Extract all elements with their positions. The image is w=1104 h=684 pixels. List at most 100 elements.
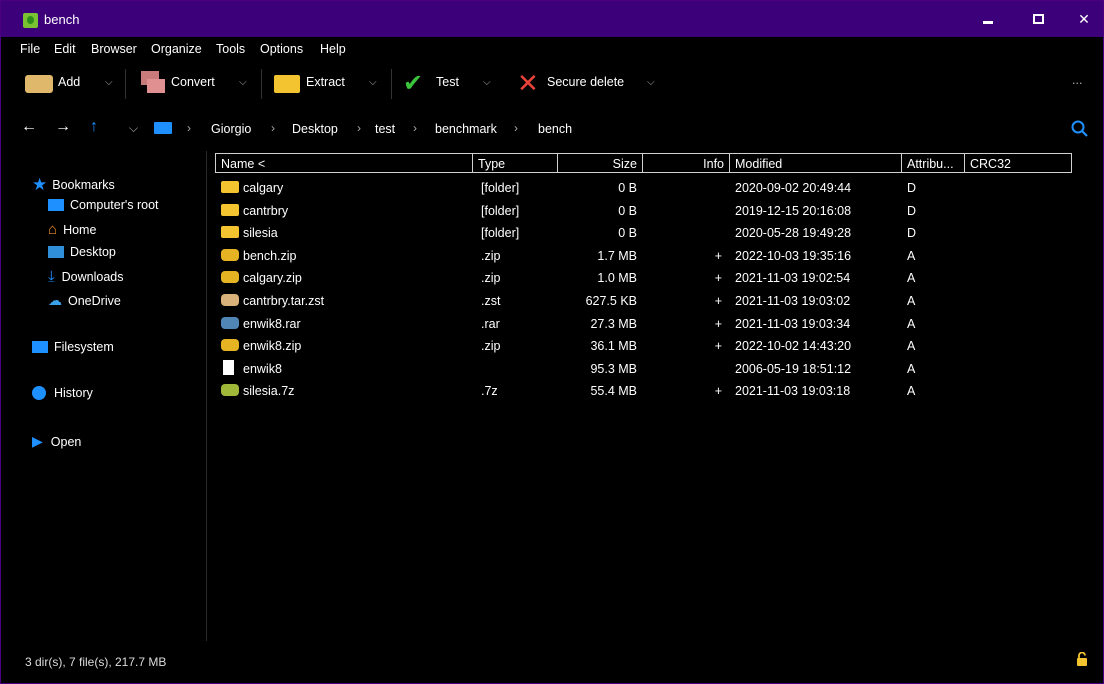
menu-options[interactable]: Options (260, 42, 303, 56)
convert-label: Convert (171, 75, 215, 89)
sidebar-item-computer-root[interactable]: Computer's root (48, 198, 159, 212)
chevron-right-icon: › (357, 121, 361, 135)
more-options-icon[interactable]: ... (1072, 73, 1082, 87)
table-row[interactable]: calgary [folder] 0 B 2020-09-02 20:49:44 D (215, 177, 1103, 200)
convert-chevron-down-icon[interactable]: ⌵ (239, 77, 247, 88)
sidebar-item-home[interactable]: ⌂ Home (48, 221, 96, 238)
add-archive-icon (25, 75, 53, 93)
cell-type: [folder] (481, 226, 520, 241)
cell-size: 36.1 MB (590, 339, 637, 354)
cell-size: 0 B (618, 203, 637, 218)
add-chevron-down-icon[interactable]: ⌵ (105, 77, 113, 88)
table-row[interactable]: bench.zip .zip 1.7 MB +2022-10-03 19:35:16 A (215, 245, 1103, 268)
history-chevron-down-icon[interactable]: ⌵ (129, 121, 138, 136)
column-header-type[interactable]: Type (472, 153, 558, 173)
breadcrumb-giorgio[interactable]: Giorgio (211, 122, 251, 136)
cell-attributes: D (907, 181, 917, 195)
table-row[interactable]: cantrbry.tar.zst .zst 627.5 KB +2021-11-03 … (215, 290, 1103, 313)
toolbar-divider (391, 69, 392, 99)
cell-name: calgary.zip (243, 271, 302, 286)
menu-organize[interactable]: Organize (151, 42, 202, 56)
menu-edit[interactable]: Edit (54, 42, 76, 56)
sidebar-item-filesystem[interactable]: Filesystem (32, 340, 114, 354)
file-icon (223, 359, 234, 375)
menu-help[interactable]: Help (320, 42, 346, 56)
column-header-info[interactable]: Info (642, 153, 730, 173)
menu-tools[interactable]: Tools (216, 42, 245, 56)
cell-size: 27.3 MB (590, 316, 637, 331)
menu-browser[interactable]: Browser (91, 42, 137, 56)
cell-info: + (714, 384, 722, 399)
checkmark-icon: ✔ (403, 70, 424, 97)
cell-size: 1.7 MB (597, 248, 637, 263)
cell-type: .7z (481, 384, 498, 399)
sidebar-item-history[interactable]: History (32, 386, 93, 400)
cell-attributes: A (907, 384, 916, 399)
extract-chevron-down-icon[interactable]: ⌵ (369, 77, 377, 88)
minimize-button[interactable] (965, 1, 1011, 37)
table-row[interactable]: cantrbry [folder] 0 B 2019-12-15 20:16:08 D (215, 200, 1103, 223)
archive-icon (221, 339, 239, 352)
table-row[interactable]: enwik8.rar .rar 27.3 MB +2021-11-03 19:03:3… (215, 313, 1103, 336)
sidebar-item-label: OneDrive (68, 293, 121, 308)
chevron-right-icon: › (514, 121, 518, 135)
sidebar-item-desktop[interactable]: Desktop (48, 245, 116, 259)
cell-attributes: A (907, 248, 916, 263)
menu-file[interactable]: File (20, 42, 40, 56)
toolbar-divider (125, 69, 126, 99)
breadcrumb-test[interactable]: test (375, 122, 395, 136)
computer-icon[interactable] (154, 122, 172, 134)
address-bar: ← → ↑ ⌵ › Giorgio › Desktop › test › ben… (1, 109, 1103, 149)
column-header-modified[interactable]: Modified (729, 153, 902, 173)
title-bar: bench ✕ (1, 1, 1103, 37)
maximize-button[interactable] (1015, 1, 1061, 37)
close-button[interactable]: ✕ (1061, 1, 1104, 37)
column-header-size[interactable]: Size (557, 153, 643, 173)
table-row[interactable]: silesia [folder] 0 B 2020-05-28 19:49:28 D (215, 222, 1103, 245)
column-header-name[interactable]: Name < (215, 153, 473, 173)
history-icon (32, 386, 46, 400)
sidebar-item-label: Downloads (61, 269, 124, 284)
cell-info: + (714, 316, 722, 331)
cell-attributes: D (907, 203, 917, 218)
forward-arrow-icon[interactable]: → (55, 118, 71, 136)
breadcrumb-desktop[interactable]: Desktop (292, 122, 338, 136)
delete-x-icon: ✕ (517, 68, 539, 98)
table-row[interactable]: silesia.7z .7z 55.4 MB +2021-11-03 19:03:18… (215, 380, 1103, 403)
cell-name: silesia (243, 226, 278, 241)
unlocked-padlock-icon[interactable] (1076, 652, 1088, 666)
test-chevron-down-icon[interactable]: ⌵ (483, 77, 491, 88)
table-row[interactable]: enwik8 95.3 MB 2006-05-19 18:51:12 A (215, 358, 1103, 381)
sidebar-item-bookmarks[interactable]: ★ Bookmarks (32, 175, 115, 195)
add-label: Add (58, 75, 81, 89)
back-arrow-icon[interactable]: ← (21, 118, 37, 136)
sidebar-item-onedrive[interactable]: ☁ OneDrive (48, 292, 121, 309)
menu-bar: File Edit Browser Organize Tools Options… (1, 37, 1103, 61)
table-row[interactable]: calgary.zip .zip 1.0 MB +2021-11-03 19:02:5… (215, 267, 1103, 290)
toolbar-divider (261, 69, 262, 99)
table-row[interactable]: enwik8.zip .zip 36.1 MB +2022-10-02 14:43:2… (215, 335, 1103, 358)
cell-type: [folder] (481, 203, 520, 218)
secure-delete-chevron-down-icon[interactable]: ⌵ (647, 77, 655, 88)
cell-modified: 2021-11-03 19:02:54 (735, 271, 851, 286)
up-arrow-icon[interactable]: ↑ (90, 118, 98, 136)
sidebar-item-open[interactable]: ▶ Open (32, 433, 81, 450)
cell-info: + (714, 294, 722, 308)
cell-type: .rar (481, 316, 500, 331)
cell-name: calgary (243, 181, 284, 195)
archive-icon (221, 248, 239, 261)
column-header-attributes[interactable]: Attribu... (901, 153, 965, 173)
cell-type: .zip (481, 339, 501, 354)
desktop-icon (48, 246, 64, 258)
secure-delete-label: Secure delete (547, 75, 625, 89)
cell-modified: 2022-10-03 19:35:16 (735, 248, 852, 263)
sidebar-item-downloads[interactable]: ⤓ Downloads (48, 268, 123, 285)
cell-name: enwik8 (243, 361, 282, 376)
column-header-crc32[interactable]: CRC32 (964, 153, 1072, 173)
breadcrumb-bench[interactable]: bench (538, 122, 572, 136)
cell-name: cantrbry.tar.zst (243, 294, 325, 308)
search-icon[interactable] (1071, 120, 1089, 138)
breadcrumb-benchmark[interactable]: benchmark (435, 122, 497, 136)
cell-type: .zip (481, 248, 501, 263)
test-label: Test (436, 75, 459, 89)
